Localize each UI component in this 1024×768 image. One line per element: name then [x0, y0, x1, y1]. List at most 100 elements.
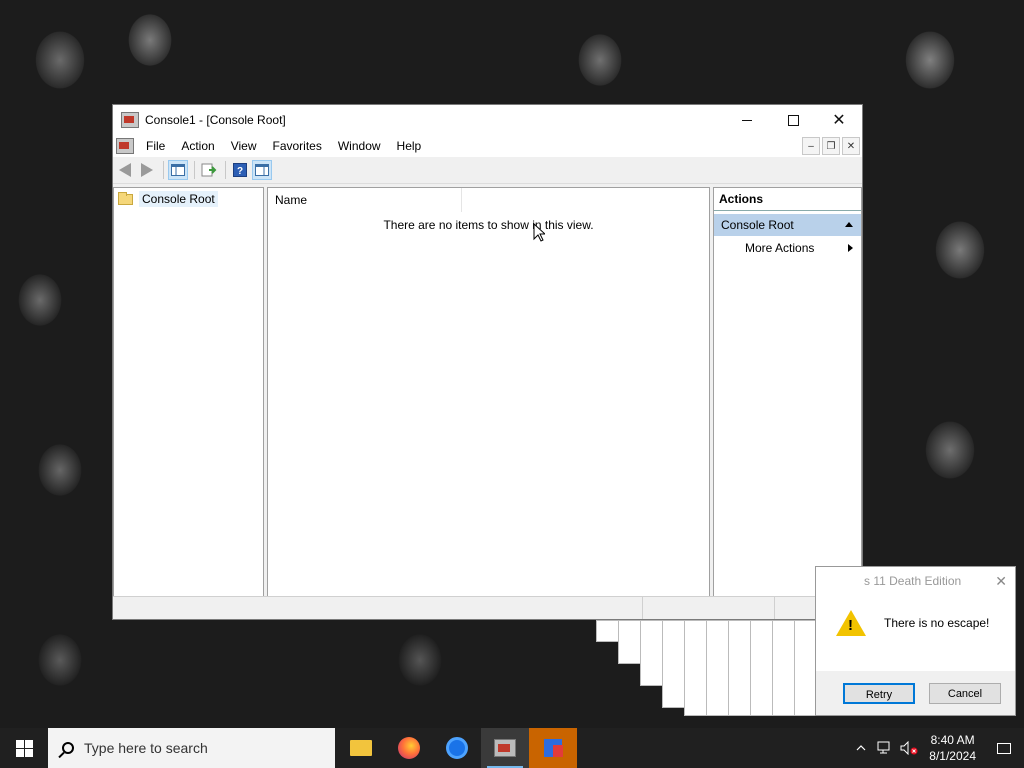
taskbar-chrome[interactable] [433, 728, 481, 768]
chrome-icon [446, 737, 468, 759]
forward-button[interactable] [137, 160, 157, 180]
collapse-caret-icon [845, 222, 853, 227]
network-tray-icon[interactable] [873, 728, 897, 768]
firefox-icon [398, 737, 420, 759]
export-list-icon [201, 163, 217, 177]
mouse-cursor [533, 223, 545, 242]
empty-list-message: There are no items to show in this view. [383, 218, 594, 232]
actions-pane: Actions Console Root More Actions [713, 187, 862, 597]
svg-text:?: ? [237, 166, 243, 177]
mdi-controls: – ❐ ✕ [802, 137, 860, 155]
taskbar-file-explorer[interactable] [337, 728, 385, 768]
taskbar-clock[interactable]: 8:40 AM 8/1/2024 [921, 732, 984, 764]
tree-item-console-root[interactable]: Console Root [118, 190, 263, 208]
warning-icon: ! [836, 610, 866, 636]
actions-group-label: Console Root [721, 218, 794, 232]
status-segment [643, 597, 776, 619]
help-button[interactable]: ? [230, 160, 250, 180]
mdi-minimize-button[interactable]: – [802, 137, 820, 155]
installer-icon [544, 739, 563, 757]
system-tray: 8:40 AM 8/1/2024 [849, 728, 1024, 768]
mmc-window: Console1 - [Console Root] ✕ File Action … [112, 104, 863, 620]
action-more-actions[interactable]: More Actions [714, 236, 861, 260]
taskbar-firefox[interactable] [385, 728, 433, 768]
help-icon: ? [233, 163, 247, 177]
taskbar: Type here to search 8:40 AM 8/1/2024 [0, 728, 1024, 768]
menu-help[interactable]: Help [389, 135, 430, 157]
back-arrow-icon [119, 163, 131, 177]
menu-view[interactable]: View [223, 135, 265, 157]
menu-window[interactable]: Window [330, 135, 389, 157]
chevron-up-icon [856, 745, 866, 751]
clock-time: 8:40 AM [930, 733, 975, 747]
toolbar-separator [194, 161, 195, 179]
minimize-button[interactable] [724, 105, 770, 135]
column-header-name[interactable]: Name [268, 188, 462, 212]
dialog-title: s 11 Death Edition [864, 574, 962, 588]
show-hidden-icons-button[interactable] [849, 728, 873, 768]
toolbar-separator [163, 161, 164, 179]
console-tree-icon [171, 164, 185, 176]
title-bar[interactable]: Console1 - [Console Root] ✕ [113, 105, 862, 135]
clock-date: 8/1/2024 [929, 749, 976, 763]
volume-muted-icon [900, 741, 918, 755]
mmc-app-icon[interactable] [121, 112, 139, 128]
dialog-title-bar[interactable]: s 11 Death Edition ✕ [816, 567, 1015, 595]
show-hide-action-pane-button[interactable] [252, 160, 272, 180]
maximize-icon [787, 114, 799, 126]
menu-action[interactable]: Action [173, 135, 222, 157]
maximize-button[interactable] [770, 105, 816, 135]
action-center-button[interactable] [984, 728, 1024, 768]
taskbar-search-box[interactable]: Type here to search [48, 728, 335, 768]
folder-icon [118, 191, 133, 205]
toolbar: ? [113, 157, 862, 184]
taskbar-mmc[interactable] [481, 728, 529, 768]
taskbar-apps [337, 728, 577, 768]
network-icon [877, 741, 890, 754]
status-segment [113, 597, 643, 619]
cancel-button[interactable]: Cancel [929, 682, 1001, 704]
forward-arrow-icon [141, 163, 153, 177]
menu-bar: File Action View Favorites Window Help –… [113, 135, 862, 157]
dialog-close-button[interactable]: ✕ [995, 567, 1007, 595]
search-placeholder: Type here to search [84, 740, 208, 756]
close-button[interactable]: ✕ [816, 105, 862, 135]
start-button[interactable] [0, 728, 48, 768]
panes: Console Root Name There are no items to … [113, 187, 862, 597]
toolbar-separator [225, 161, 226, 179]
mmc-icon [494, 739, 516, 757]
list-header: Name [268, 188, 709, 212]
dialog-message: There is no escape! [884, 616, 990, 630]
volume-tray-icon[interactable] [897, 728, 921, 768]
window-title: Console1 - [Console Root] [145, 113, 286, 127]
tree-item-label: Console Root [139, 191, 218, 207]
menu-favorites[interactable]: Favorites [265, 135, 330, 157]
file-explorer-icon [350, 740, 372, 756]
export-list-button[interactable] [199, 160, 219, 180]
dialog-footer: Retry Cancel [816, 671, 1015, 715]
submenu-arrow-icon [848, 244, 853, 252]
actions-group-console-root[interactable]: Console Root [714, 214, 861, 236]
minimize-icon [742, 119, 752, 121]
window-controls: ✕ [724, 105, 862, 135]
taskbar-installer[interactable] [529, 728, 577, 768]
action-pane-icon [255, 164, 269, 176]
close-icon: ✕ [832, 112, 846, 129]
status-bar [113, 596, 862, 619]
back-button[interactable] [115, 160, 135, 180]
action-label: More Actions [745, 241, 815, 255]
dialog-body: ! There is no escape! [816, 595, 1015, 651]
retry-button[interactable]: Retry [843, 682, 915, 704]
error-dialog: s 11 Death Edition ✕ ! There is no escap… [815, 566, 1016, 716]
show-hide-console-tree-button[interactable] [168, 160, 188, 180]
mdi-close-button[interactable]: ✕ [842, 137, 860, 155]
menu-file[interactable]: File [138, 135, 173, 157]
actions-title: Actions [714, 188, 861, 211]
mdi-restore-button[interactable]: ❐ [822, 137, 840, 155]
system-menu-icon[interactable] [116, 138, 134, 154]
search-icon [62, 742, 74, 754]
notification-icon [997, 742, 1011, 754]
windows-logo-icon [15, 739, 33, 757]
console-tree-pane: Console Root [113, 187, 264, 597]
results-list-pane: Name There are no items to show in this … [267, 187, 710, 597]
